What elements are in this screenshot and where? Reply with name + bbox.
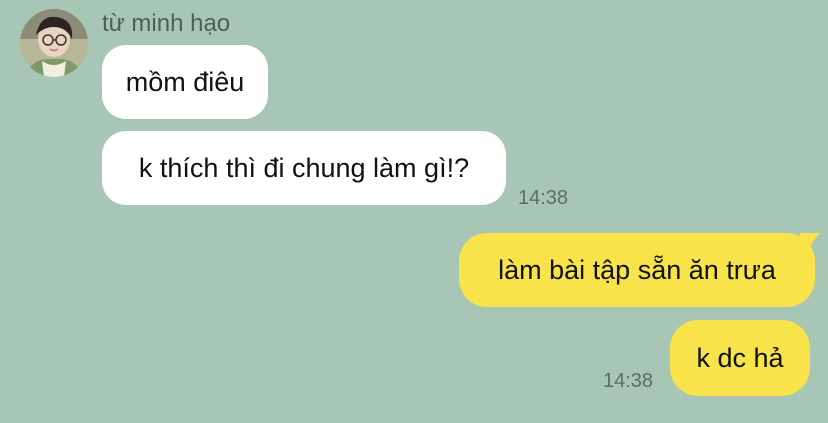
message-text: làm bài tập sẵn ăn trưa	[498, 254, 776, 285]
contact-avatar[interactable]	[20, 9, 88, 77]
message-timestamp: 14:38	[518, 187, 569, 209]
message-timestamp: 14:38	[603, 370, 654, 392]
avatar-photo	[20, 9, 88, 77]
incoming-message-bubble[interactable]: mồm điêu	[102, 45, 268, 119]
incoming-message-bubble[interactable]: k thích thì đi chung làm gì!?	[102, 131, 506, 205]
contact-name: từ minh hạo	[102, 10, 231, 37]
message-text: mồm điêu	[125, 66, 245, 97]
outgoing-message-bubble[interactable]: k dc hả	[670, 320, 810, 396]
outgoing-message-bubble[interactable]: làm bài tập sẵn ăn trưa	[459, 233, 815, 307]
message-text: k thích thì đi chung làm gì!?	[138, 152, 470, 183]
message-text: k dc hả	[696, 342, 784, 373]
bubble-tail-icon	[800, 233, 820, 253]
